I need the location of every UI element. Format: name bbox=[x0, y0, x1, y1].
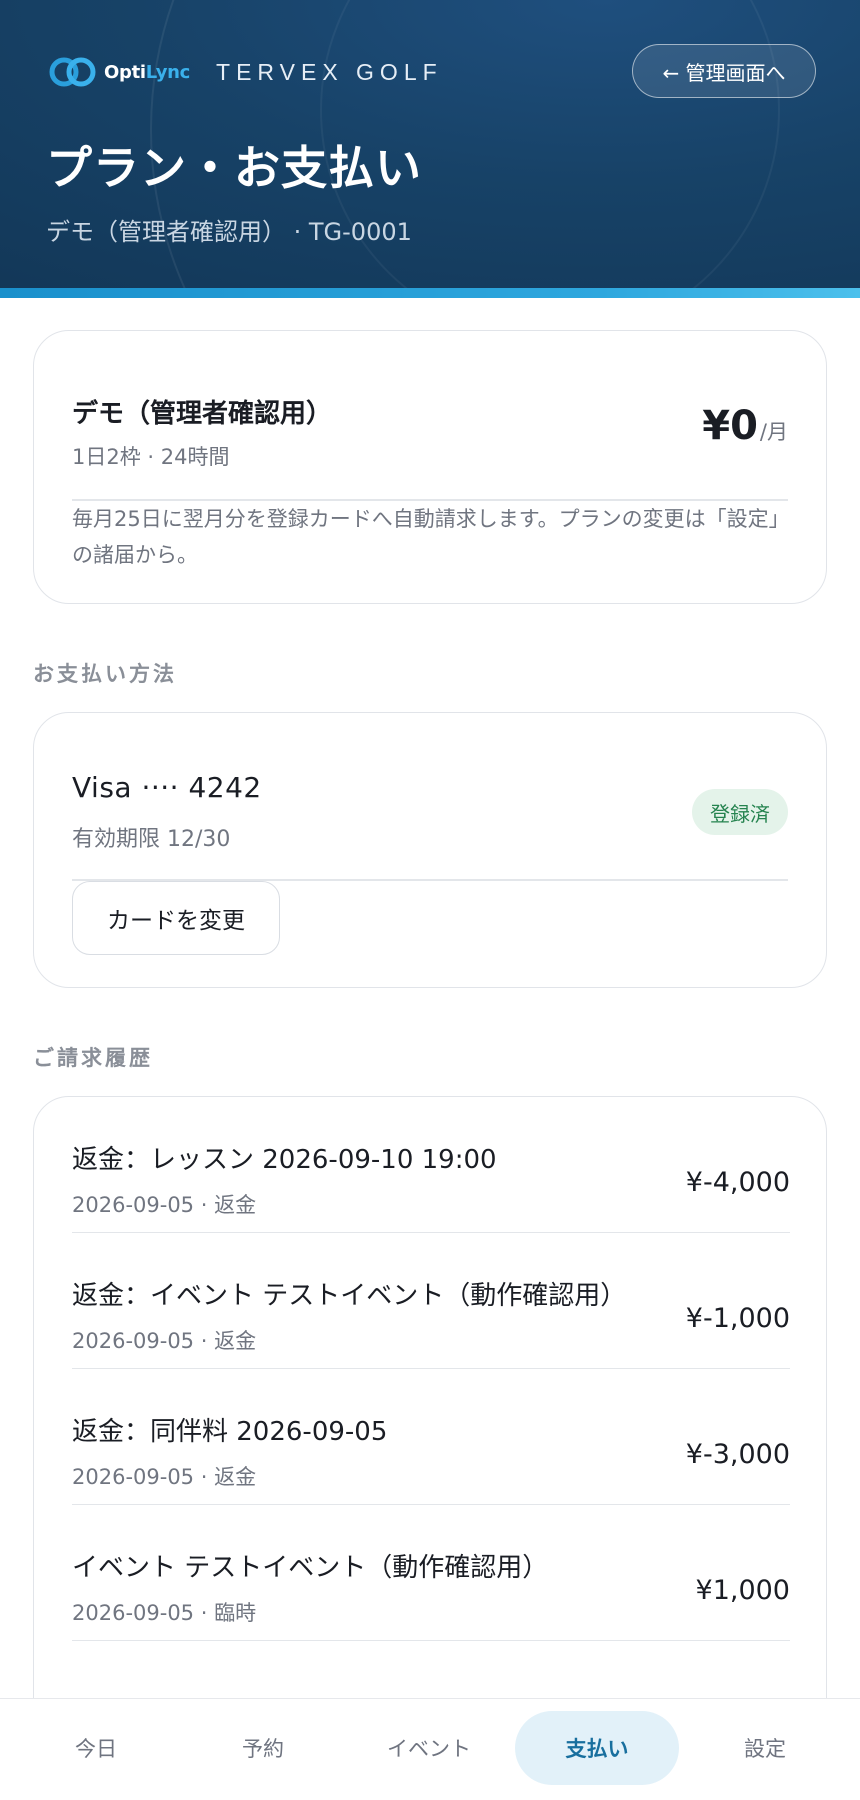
plan-price-unit: /月 bbox=[759, 420, 788, 444]
plan-price-amount: ¥0 bbox=[702, 403, 758, 449]
page-header: OptiLync TERVEX GOLF ← 管理画面へ プラン・お支払い デモ… bbox=[0, 0, 860, 288]
plan-note: 毎月25日に翌月分を登録カードへ自動請求します。プランの変更は「設定」の諸届から… bbox=[72, 507, 790, 567]
history-row-title: イベント テストイベント（動作確認用） bbox=[72, 1553, 549, 1583]
payment-section-label: お支払い方法 bbox=[33, 662, 177, 686]
history-section-label: ご請求履歴 bbox=[33, 1046, 153, 1070]
history-row-title: 返金：同伴料 2026-09-05 bbox=[72, 1417, 388, 1447]
history-row-divider bbox=[72, 1639, 790, 1641]
store-name: TERVEX GOLF bbox=[216, 58, 443, 85]
nav-item-payments[interactable]: 支払い bbox=[515, 1711, 679, 1785]
history-row-amount: ¥-1,000 bbox=[685, 1303, 790, 1334]
history-row-title: 返金：レッスン 2026-09-10 19:00 bbox=[72, 1145, 497, 1175]
billing-history-card: 返金：レッスン 2026-09-10 19:00 2026-09-05 · 返金… bbox=[33, 1096, 827, 1800]
brand-logo-text: OptiLync bbox=[104, 61, 191, 83]
nav-item-reservations[interactable]: 予約 bbox=[181, 1711, 345, 1785]
history-row-amount: ¥-3,000 bbox=[685, 1439, 790, 1470]
card-expiry: 有効期限 12/30 bbox=[72, 827, 231, 852]
plan-payment-page: OptiLync TERVEX GOLF ← 管理画面へ プラン・お支払い デモ… bbox=[0, 0, 860, 1800]
history-row[interactable]: 返金：イベント テストイベント（動作確認用） 2026-09-05 · 返金 ¥… bbox=[72, 1233, 790, 1369]
bottom-nav: 今日 予約 イベント 支払い 設定 bbox=[0, 1698, 860, 1800]
card-number: Visa ···· 4242 bbox=[72, 771, 262, 804]
history-row-title: 返金：イベント テストイベント（動作確認用） bbox=[72, 1281, 627, 1311]
history-row-amount: ¥-4,000 bbox=[685, 1167, 790, 1198]
history-row-amount: ¥1,000 bbox=[695, 1575, 790, 1606]
change-card-button[interactable]: カードを変更 bbox=[72, 881, 280, 955]
history-row-meta: 2026-09-05 · 返金 bbox=[72, 1193, 257, 1217]
status-badge: 登録済 bbox=[692, 789, 788, 835]
history-row[interactable]: 返金：同伴料 2026-09-05 2026-09-05 · 返金 ¥-3,00… bbox=[72, 1369, 790, 1505]
brand-row: OptiLync TERVEX GOLF bbox=[48, 52, 443, 92]
back-to-admin-button[interactable]: ← 管理画面へ bbox=[632, 44, 816, 98]
nav-item-today[interactable]: 今日 bbox=[14, 1711, 178, 1785]
history-row[interactable]: イベント テストイベント（動作確認用） 2026-09-05 · 臨時 ¥1,0… bbox=[72, 1505, 790, 1641]
plan-name: デモ（管理者確認用） bbox=[72, 399, 333, 429]
header-accent-strip bbox=[0, 288, 860, 298]
plan-card: デモ（管理者確認用） 1日2枠 · 24時間 ¥0 /月 毎月25日に翌月分を登… bbox=[33, 330, 827, 604]
history-row[interactable]: 返金：レッスン 2026-09-10 19:00 2026-09-05 · 返金… bbox=[72, 1097, 790, 1233]
nav-item-settings[interactable]: 設定 bbox=[683, 1711, 847, 1785]
plan-detail: 1日2枠 · 24時間 bbox=[72, 445, 230, 469]
history-row-meta: 2026-09-05 · 返金 bbox=[72, 1465, 257, 1489]
nav-item-events[interactable]: イベント bbox=[347, 1711, 511, 1785]
page-title: プラン・お支払い bbox=[46, 141, 422, 195]
page-subtitle: デモ（管理者確認用） · TG-0001 bbox=[46, 218, 412, 246]
history-row-meta: 2026-09-05 · 返金 bbox=[72, 1329, 257, 1353]
plan-price: ¥0 /月 bbox=[702, 403, 788, 449]
payment-method-card: Visa ···· 4242 有効期限 12/30 登録済 カードを変更 bbox=[33, 712, 827, 988]
history-row-meta: 2026-09-05 · 臨時 bbox=[72, 1601, 257, 1625]
optilync-logo-icon bbox=[49, 57, 96, 87]
